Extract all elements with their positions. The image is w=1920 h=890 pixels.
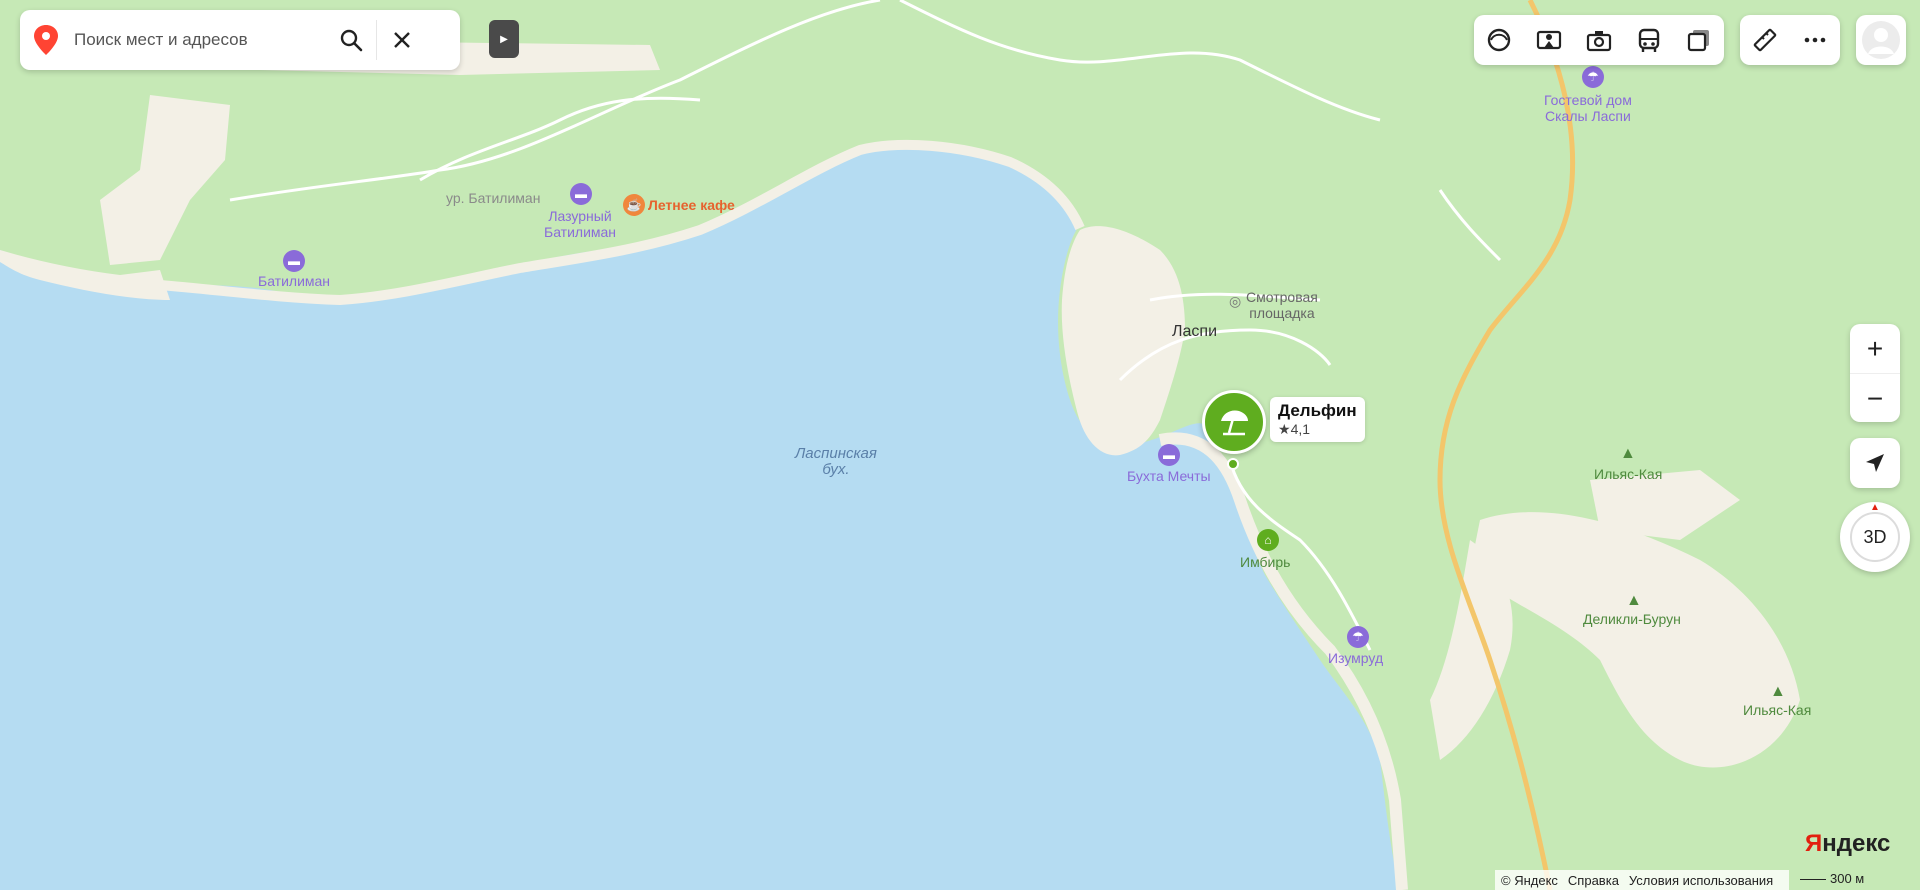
zoom-in-button[interactable]: + [1850,324,1900,373]
place-rating: ★4,1 [1278,421,1311,437]
label-lazurny-batiliman[interactable]: Лазурный Батилиман [544,208,616,240]
label-bukhta-mechty[interactable]: Бухта Мечты [1127,468,1211,484]
yandex-logo[interactable]: Яндекс [1805,830,1890,858]
peak-icon: ▲ [1770,683,1786,700]
photo-icon [1586,31,1612,52]
user-avatar-button[interactable] [1856,15,1906,65]
label-laspi: Ласпи [1172,323,1217,340]
plus-icon: + [1866,332,1884,364]
ruler-icon [1753,28,1777,52]
label-letnee-kafe[interactable]: Летнее кафе [648,197,735,213]
label-izumrud[interactable]: Изумруд [1328,650,1383,666]
label-delikli-burun[interactable]: Деликли-Бурун [1583,611,1681,627]
map-pin-icon [20,10,72,70]
peak-icon: ▲ [1626,592,1642,609]
layer-circle-icon [1487,28,1511,52]
map-footer: © Яндекс Справка Условия использования [1495,870,1790,890]
search-input[interactable] [72,29,326,51]
label-laspinskaya-bukhta: Ласпинская бух. [795,445,877,478]
layer-circle-button[interactable] [1474,15,1524,65]
more-button[interactable] [1790,15,1840,65]
close-icon [394,32,410,48]
search-button[interactable] [326,10,376,70]
compass-3d-button[interactable]: ▲ 3D [1840,502,1910,572]
clear-search-button[interactable] [377,10,427,70]
poi-izumrud-icon[interactable]: ☂ [1347,626,1369,648]
poi-batiliman-icon[interactable]: ▬ [283,250,305,272]
play-icon: ▶ [500,33,508,45]
search-panel [20,10,460,70]
poi-letnee-kafe-icon[interactable]: ☕ [623,194,645,216]
help-link[interactable]: Справка [1568,873,1619,888]
selected-place-dot [1227,458,1239,470]
my-location-button[interactable] [1850,438,1900,488]
poi-lazurny-icon[interactable]: ▬ [570,183,592,205]
binoculars-icon[interactable]: ◎ [1229,293,1241,310]
scale-bar: 300 м [1800,871,1864,886]
poi-bukhta-mechty-icon[interactable]: ▬ [1158,444,1180,466]
poi-gostevoy-dom-icon[interactable]: ☂ [1582,66,1604,88]
compass-north-icon: ▲ [1870,502,1880,513]
transport-icon [1638,28,1660,52]
label-gostevoy-dom[interactable]: Гостевой дом Скалы Ласпи [1544,92,1632,124]
transport-button[interactable] [1624,15,1674,65]
label-imbir[interactable]: Имбирь [1240,554,1290,570]
label-smotrovaya-ploshchadka[interactable]: Смотровая площадка [1246,289,1318,321]
layers-button[interactable] [1674,15,1724,65]
location-arrow-icon [1866,454,1884,472]
label-ilyas-kaya-2[interactable]: Ильяс-Кая [1743,702,1811,718]
avatar-icon [1862,21,1900,59]
expand-panel-button[interactable]: ▶ [489,20,519,58]
search-icon [340,29,363,52]
label-ilyas-kaya-1[interactable]: Ильяс-Кая [1594,466,1662,482]
scale-label: 300 м [1830,871,1865,886]
peak-icon: ▲ [1620,445,1636,462]
copyright-link[interactable]: © Яндекс [1501,873,1558,888]
beach-umbrella-icon [1221,410,1248,436]
panorama-button[interactable] [1524,15,1574,65]
more-icon [1804,37,1826,43]
layers-toolbar [1474,15,1724,65]
zoom-control: + − [1850,324,1900,422]
zoom-out-button[interactable]: − [1850,374,1900,423]
panorama-icon [1536,30,1562,50]
label-batiliman[interactable]: Батилиман [258,273,330,289]
layers-icon [1687,30,1709,52]
label-ur-batiliman: ур. Батилиман [446,190,541,206]
photo-button[interactable] [1574,15,1624,65]
tools-toolbar [1740,15,1840,65]
place-name: Дельфин [1278,401,1357,420]
selected-place-marker[interactable] [1202,390,1266,454]
star-icon: ★ [1278,421,1291,437]
selected-place-card[interactable]: Дельфин ★4,1 [1270,397,1365,442]
scale-line [1800,879,1826,881]
terms-link[interactable]: Условия использования [1629,873,1773,888]
3d-label: 3D [1863,526,1887,547]
ruler-button[interactable] [1740,15,1790,65]
minus-icon: − [1866,382,1884,414]
poi-imbir-icon[interactable]: ⌂ [1257,529,1279,551]
